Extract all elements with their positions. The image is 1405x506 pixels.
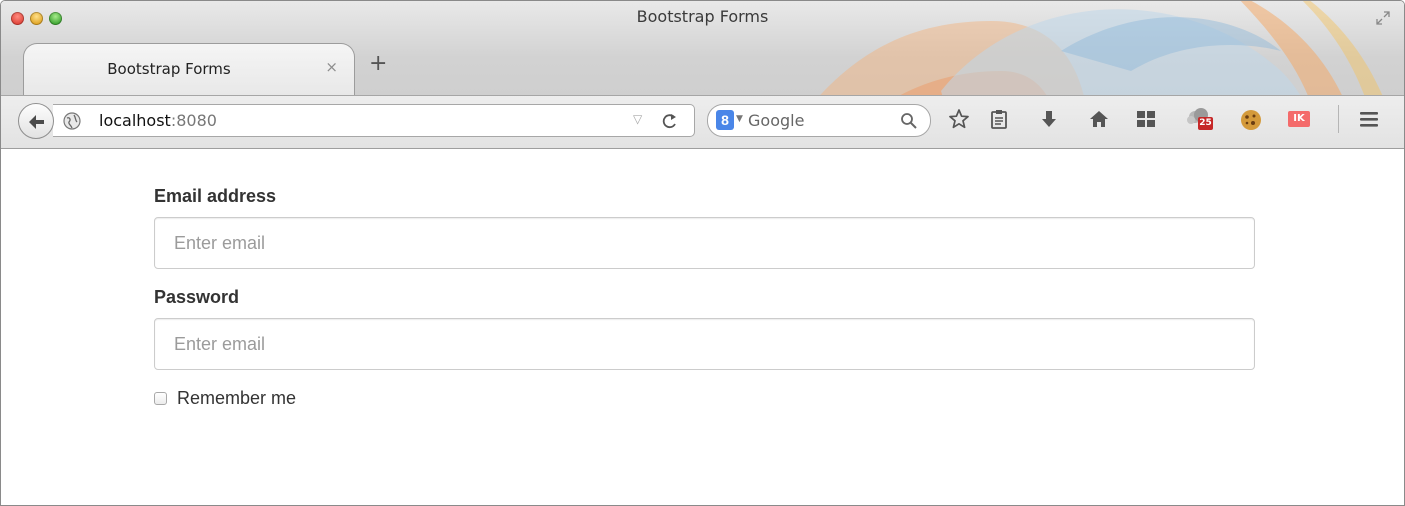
bookmark-star-icon[interactable] xyxy=(948,108,970,130)
globe-icon xyxy=(63,112,81,130)
reload-icon[interactable] xyxy=(661,113,679,130)
url-text: localhost:8080 xyxy=(99,111,217,130)
back-button[interactable] xyxy=(18,103,54,139)
email-input[interactable] xyxy=(154,217,1255,269)
google-engine-icon[interactable]: 8 xyxy=(716,110,734,130)
extension-icon[interactable]: IK xyxy=(1288,111,1310,127)
tab-close-icon[interactable]: × xyxy=(325,58,338,76)
title-and-tab-strip: Bootstrap Forms Bootstrap Forms × + xyxy=(1,1,1404,95)
password-form-group: Password xyxy=(154,286,1255,370)
page-content: Email address Password Remember me xyxy=(1,149,1404,505)
url-bar[interactable]: localhost:8080 ▽ xyxy=(53,104,695,137)
search-bar[interactable]: 8 ▼ Google xyxy=(707,104,931,137)
menu-icon[interactable] xyxy=(1358,108,1380,130)
browser-window: Bootstrap Forms Bootstrap Forms × + loca… xyxy=(0,0,1405,506)
search-icon[interactable] xyxy=(900,112,918,130)
url-history-dropdown-icon[interactable]: ▽ xyxy=(633,112,642,126)
downloads-icon[interactable] xyxy=(1038,108,1060,130)
password-label: Password xyxy=(154,287,240,307)
new-tab-button[interactable]: + xyxy=(369,53,387,75)
remember-me-row[interactable]: Remember me xyxy=(154,388,1255,409)
reading-list-icon[interactable] xyxy=(988,108,1010,130)
toolbar-separator xyxy=(1338,105,1339,133)
window-title: Bootstrap Forms xyxy=(636,7,769,26)
search-placeholder: Google xyxy=(748,111,805,130)
calendar-badge: 25 xyxy=(1198,117,1213,130)
home-icon[interactable] xyxy=(1088,108,1110,130)
engine-dropdown-icon[interactable]: ▼ xyxy=(736,114,743,124)
url-host: localhost xyxy=(99,111,171,130)
fullscreen-icon[interactable] xyxy=(1376,11,1390,25)
calendar-extension-icon[interactable]: 25 xyxy=(1185,105,1215,135)
tab-bootstrap-forms[interactable]: Bootstrap Forms × xyxy=(23,43,355,95)
tab-label: Bootstrap Forms xyxy=(107,60,231,78)
remember-me-checkbox[interactable] xyxy=(154,392,167,405)
password-input[interactable] xyxy=(154,318,1255,370)
email-label: Email address xyxy=(154,186,277,206)
apps-grid-icon[interactable] xyxy=(1135,108,1157,130)
remember-me-label[interactable]: Remember me xyxy=(177,388,296,409)
cookie-extension-icon[interactable] xyxy=(1239,108,1263,132)
login-form: Email address Password Remember me xyxy=(154,185,1255,409)
back-arrow-icon xyxy=(29,115,44,129)
email-form-group: Email address xyxy=(154,185,1255,269)
url-port: :8080 xyxy=(170,111,217,130)
